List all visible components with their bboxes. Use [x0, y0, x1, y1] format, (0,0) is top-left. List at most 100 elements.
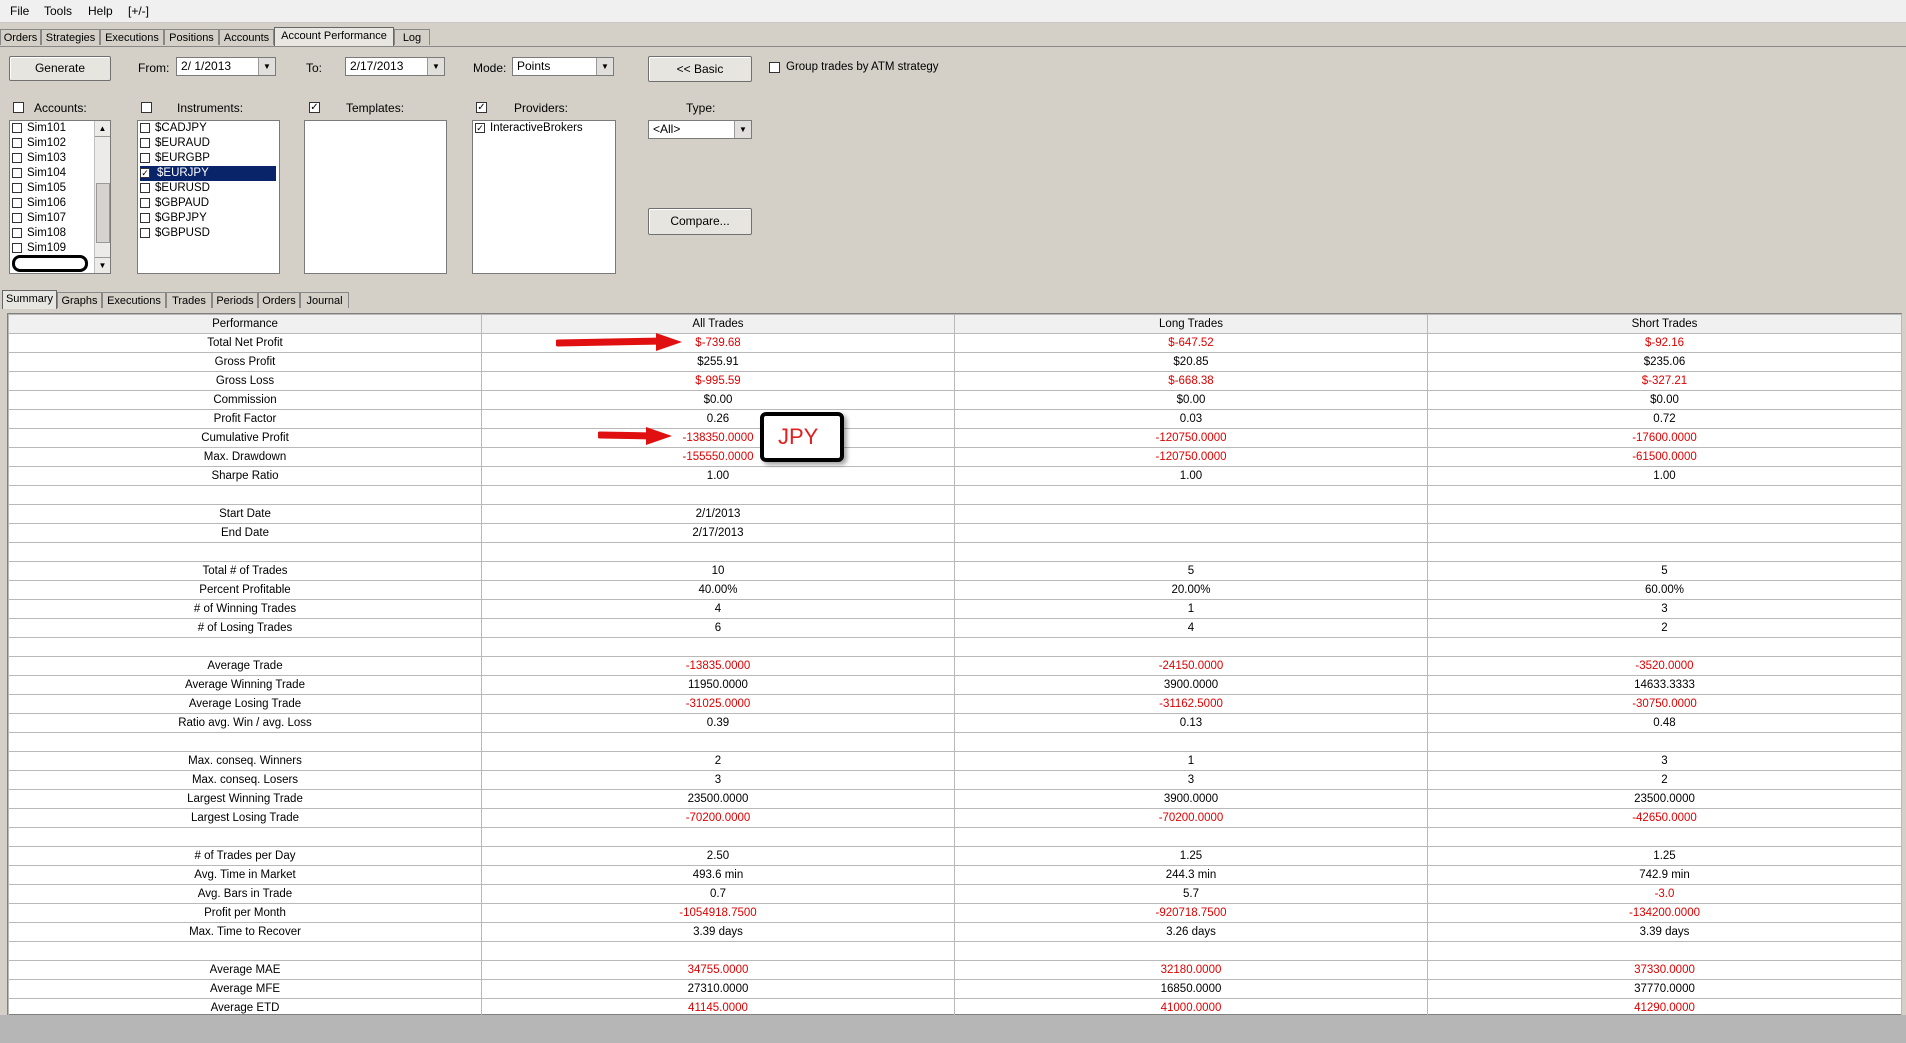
metric-value: -31025.0000	[481, 694, 955, 714]
metric-value: -31162.5000	[954, 694, 1428, 714]
instrument-item[interactable]: ✓ $EURJPY	[140, 166, 276, 181]
account-item[interactable]: Sim109	[12, 241, 66, 256]
menu-file[interactable]: File	[10, 4, 29, 18]
type-select[interactable]: <All> ▼	[648, 120, 752, 139]
column-header[interactable]: Long Trades	[954, 314, 1428, 334]
metric-value: 1	[954, 599, 1428, 619]
metric-value: $-647.52	[954, 333, 1428, 353]
instrument-name: $GBPAUD	[155, 197, 210, 209]
instrument-item[interactable]: $EURUSD	[140, 181, 210, 196]
instrument-checkbox[interactable]	[140, 227, 150, 238]
column-header[interactable]: Short Trades	[1427, 314, 1902, 334]
instrument-checkbox[interactable]	[140, 212, 150, 223]
chevron-down-icon[interactable]: ▼	[734, 121, 751, 138]
instruments-all-checkbox[interactable]	[141, 102, 152, 113]
account-item[interactable]: Sim105	[12, 181, 66, 196]
account-checkbox[interactable]	[12, 197, 22, 208]
tab-journal[interactable]: Journal	[300, 292, 349, 308]
table-row: Average MAE 34755.0000 32180.0000 37330.000…	[8, 960, 1902, 980]
scroll-thumb[interactable]	[96, 183, 110, 243]
tab-log[interactable]: Log	[394, 29, 430, 45]
menu-tools[interactable]: Tools	[44, 4, 72, 18]
account-checkbox[interactable]	[12, 227, 22, 238]
tab-executions[interactable]: Executions	[100, 29, 164, 45]
chevron-down-icon[interactable]: ▼	[427, 58, 444, 75]
metric-value: 5	[954, 561, 1428, 581]
generate-button[interactable]: Generate	[9, 56, 111, 81]
templates-all-checkbox[interactable]: ✓	[309, 102, 320, 113]
group-trades-checkbox[interactable]	[769, 62, 780, 73]
instrument-item[interactable]: $CADJPY	[140, 121, 207, 136]
tab-strategies[interactable]: Strategies	[41, 29, 100, 45]
metric-value: 244.3 min	[954, 865, 1428, 885]
from-date-picker[interactable]: 2/ 1/2013 ▼	[176, 57, 276, 76]
account-checkbox[interactable]	[12, 242, 22, 253]
tab-orders[interactable]: Orders	[0, 29, 41, 45]
instrument-item[interactable]: $EURAUD	[140, 136, 210, 151]
menu-help[interactable]: Help	[88, 4, 113, 18]
account-checkbox[interactable]	[12, 212, 22, 223]
instrument-item[interactable]: $GBPAUD	[140, 196, 209, 211]
instrument-checkbox[interactable]	[140, 197, 150, 208]
metric-value: $-668.38	[954, 371, 1428, 391]
metric-value: 10	[481, 561, 955, 581]
instrument-checkbox[interactable]: ✓	[140, 167, 150, 178]
accounts-list[interactable]: Sim101 Sim102 Sim103 Sim104 Sim105 Sim106 Sim1…	[9, 120, 111, 274]
metric-value: 2	[481, 751, 955, 771]
mode-select[interactable]: Points ▼	[512, 57, 614, 76]
instrument-item[interactable]: $EURGBP	[140, 151, 210, 166]
compare-button[interactable]: Compare...	[648, 208, 752, 235]
account-item[interactable]: Sim107	[12, 211, 66, 226]
instrument-item[interactable]: $GBPJPY	[140, 211, 207, 226]
account-checkbox[interactable]	[12, 182, 22, 193]
account-checkbox[interactable]	[12, 152, 22, 163]
column-header[interactable]: All Trades	[481, 314, 955, 334]
redaction-box	[12, 255, 88, 272]
chevron-down-icon[interactable]: ▼	[258, 58, 275, 75]
account-item[interactable]: Sim102	[12, 136, 66, 151]
chevron-down-icon[interactable]: ▼	[596, 58, 613, 75]
tab-orders-sub[interactable]: Orders	[258, 292, 300, 308]
instrument-checkbox[interactable]	[140, 137, 150, 148]
providers-list[interactable]: ✓ InteractiveBrokers	[472, 120, 616, 274]
account-checkbox[interactable]	[12, 167, 22, 178]
account-checkbox[interactable]	[12, 137, 22, 148]
account-checkbox[interactable]	[12, 122, 22, 133]
account-item[interactable]: Sim104	[12, 166, 66, 181]
table-row: Largest Losing Trade -70200.0000 -70200.00…	[8, 808, 1902, 828]
accounts-scrollbar[interactable]: ▲ ▼	[94, 121, 110, 273]
tab-graphs[interactable]: Graphs	[57, 292, 102, 308]
from-label: From:	[138, 61, 170, 75]
tab-account-performance[interactable]: Account Performance	[274, 27, 394, 46]
instrument-item[interactable]: $GBPUSD	[140, 226, 210, 241]
templates-list[interactable]	[304, 120, 447, 274]
column-header[interactable]: Performance	[8, 314, 482, 334]
tab-periods[interactable]: Periods	[212, 292, 258, 308]
tab-summary[interactable]: Summary	[2, 290, 57, 309]
provider-item[interactable]: ✓ InteractiveBrokers	[475, 121, 583, 136]
metric-value	[1427, 504, 1902, 524]
providers-all-checkbox[interactable]: ✓	[476, 102, 487, 113]
to-date-picker[interactable]: 2/17/2013 ▼	[345, 57, 445, 76]
tab-accounts[interactable]: Accounts	[219, 29, 274, 45]
instrument-checkbox[interactable]	[140, 122, 150, 133]
basic-button[interactable]: << Basic	[648, 56, 752, 82]
account-item[interactable]: Sim108	[12, 226, 66, 241]
scroll-down-icon[interactable]: ▼	[95, 257, 110, 273]
metric-value: 32180.0000	[954, 960, 1428, 980]
tab-executions-sub[interactable]: Executions	[102, 292, 166, 308]
menu-expand[interactable]: [+/-]	[128, 4, 149, 18]
instrument-checkbox[interactable]	[140, 152, 150, 163]
scroll-up-icon[interactable]: ▲	[95, 121, 110, 137]
account-item[interactable]: Sim106	[12, 196, 66, 211]
instrument-name: $CADJPY	[155, 122, 207, 134]
instrument-checkbox[interactable]	[140, 182, 150, 193]
accounts-all-checkbox[interactable]	[13, 102, 24, 113]
account-item[interactable]: Sim101	[12, 121, 66, 136]
tab-positions[interactable]: Positions	[164, 29, 219, 45]
tab-trades[interactable]: Trades	[166, 292, 212, 308]
instruments-list[interactable]: $CADJPY $EURAUD $EURGBP ✓ $EURJPY $EURUSD $GBP…	[137, 120, 280, 274]
provider-checkbox[interactable]: ✓	[475, 122, 485, 133]
account-item[interactable]: Sim103	[12, 151, 66, 166]
metric-value: $235.06	[1427, 352, 1902, 372]
